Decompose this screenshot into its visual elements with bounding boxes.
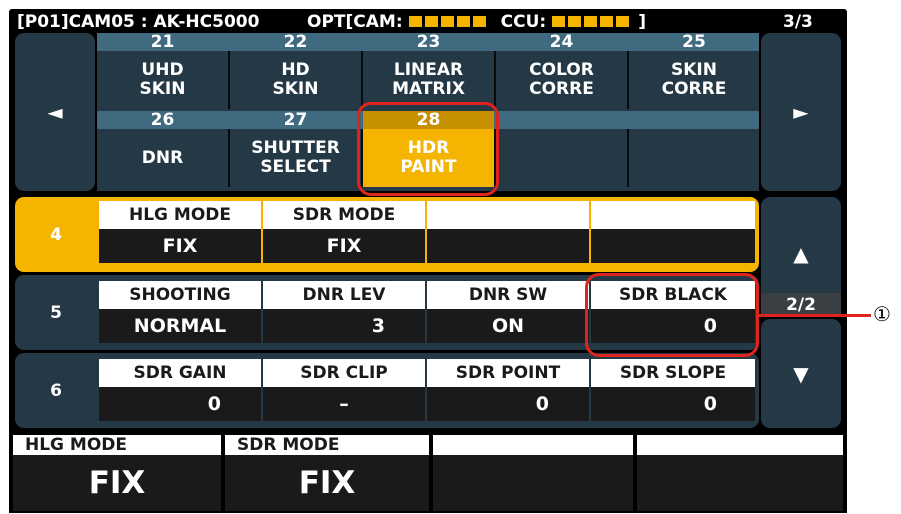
up-arrow-icon: ▲ [793,241,809,266]
menu-num-26: 26 [97,111,228,129]
menu-num-25: 25 [629,33,759,51]
param-dnr-sw-value[interactable]: ON [427,309,589,343]
menu-divider [627,129,629,187]
param-sdr-clip-value[interactable]: – [263,387,425,421]
bottom-empty-value [433,455,633,511]
param-dnr-sw-label: DNR SW [427,281,589,309]
menu-item-color-corre[interactable]: COLOR CORRE [496,51,627,109]
menu-page-indicator: 3/3 [783,12,813,32]
menu-item-uhd-skin[interactable]: UHD SKIN [97,51,228,109]
param-sdr-clip-label: SDR CLIP [263,359,425,387]
param-hlg-mode-value[interactable]: FIX [99,229,261,263]
param-empty-value [591,229,755,263]
camera-id-label: [P01]CAM05 : AK-HC5000 [17,12,260,32]
param-empty-value [427,229,589,263]
menu-divider [228,51,230,109]
right-arrow-icon: ► [793,100,809,124]
menu-item-shutter-select[interactable]: SHUTTER SELECT [230,129,361,187]
row-number-6: 6 [50,380,62,401]
ccu-level-bar-3 [584,16,598,27]
bottom-hlg-mode-label: HLG MODE [13,435,221,455]
menu-divider [361,51,363,109]
optical-status: OPT[CAM: CCU:] [307,13,646,31]
ccu-level-bar-2 [568,16,582,27]
param-sdr-slope-label: SDR SLOPE [591,359,755,387]
bottom-sdr-mode-value[interactable]: FIX [225,455,429,511]
param-empty-label [427,201,589,229]
param-shooting-value[interactable]: NORMAL [99,309,261,343]
cam-level-bar-4 [456,16,470,27]
cam-level-bar-1 [408,16,422,27]
menu-next-button[interactable]: ► [761,33,841,191]
param-shooting-label: SHOOTING [99,281,261,309]
menu-item-linear-matrix[interactable]: LINEAR MATRIX [363,51,494,109]
menu-num-21: 21 [97,33,228,51]
param-sdr-gain-label: SDR GAIN [99,359,261,387]
ccu-label: CCU: [500,12,547,32]
menu-prev-button[interactable]: ◄ [15,33,95,191]
cam-level-bar-3 [440,16,454,27]
menu-divider [627,51,629,109]
param-dnr-lev-label: DNR LEV [263,281,425,309]
menu-num-23: 23 [363,33,494,51]
down-arrow-icon: ▼ [793,361,809,386]
bottom-hlg-mode-value[interactable]: FIX [13,455,221,511]
menu-num-27: 27 [230,111,361,129]
menu-item-hd-skin[interactable]: HD SKIN [230,51,361,109]
cam-level-bar-2 [424,16,438,27]
menu-num-22: 22 [230,33,361,51]
left-arrow-icon: ◄ [47,100,63,124]
ccu-level-bar-4 [600,16,614,27]
param-sdr-mode-label: SDR MODE [263,201,425,229]
callout-marker: ① [873,302,891,326]
row-number-4: 4 [50,224,62,245]
ccu-level-bar-5 [616,16,630,27]
opt-cam-label: OPT[CAM: [307,12,403,32]
param-sdr-point-value[interactable]: 0 [427,387,589,421]
menu-item-skin-corre[interactable]: SKIN CORRE [629,51,759,109]
menu-item-dnr[interactable]: DNR [97,129,228,187]
sdr-black-highlight [585,273,759,357]
ccu-level-bar-1 [552,16,566,27]
bracket-close: ] [638,12,646,32]
param-hlg-mode-label: HLG MODE [99,201,261,229]
param-sdr-point-label: SDR POINT [427,359,589,387]
row-number-5: 5 [50,302,62,323]
callout-line [759,314,871,317]
menu-num-24: 24 [496,33,627,51]
param-sdr-slope-value[interactable]: 0 [591,387,755,421]
camera-menu-screen: [P01]CAM05 : AK-HC5000 OPT[CAM: CCU:] 3/3… [9,9,847,513]
bottom-sdr-mode-label: SDR MODE [225,435,429,455]
cam-level-bar-5 [472,16,486,27]
param-dnr-lev-value[interactable]: 3 [263,309,425,343]
scroll-down-button[interactable]: ▼ [761,319,841,428]
param-sdr-gain-value[interactable]: 0 [99,387,261,421]
bottom-empty-value [637,455,843,511]
param-sdr-mode-value[interactable]: FIX [263,229,425,263]
menu-divider [228,129,230,187]
bottom-empty-label [637,435,843,455]
bottom-empty-label [433,435,633,455]
hdr-paint-highlight [357,102,499,196]
param-empty-label [591,201,755,229]
menu-divider [494,51,496,109]
